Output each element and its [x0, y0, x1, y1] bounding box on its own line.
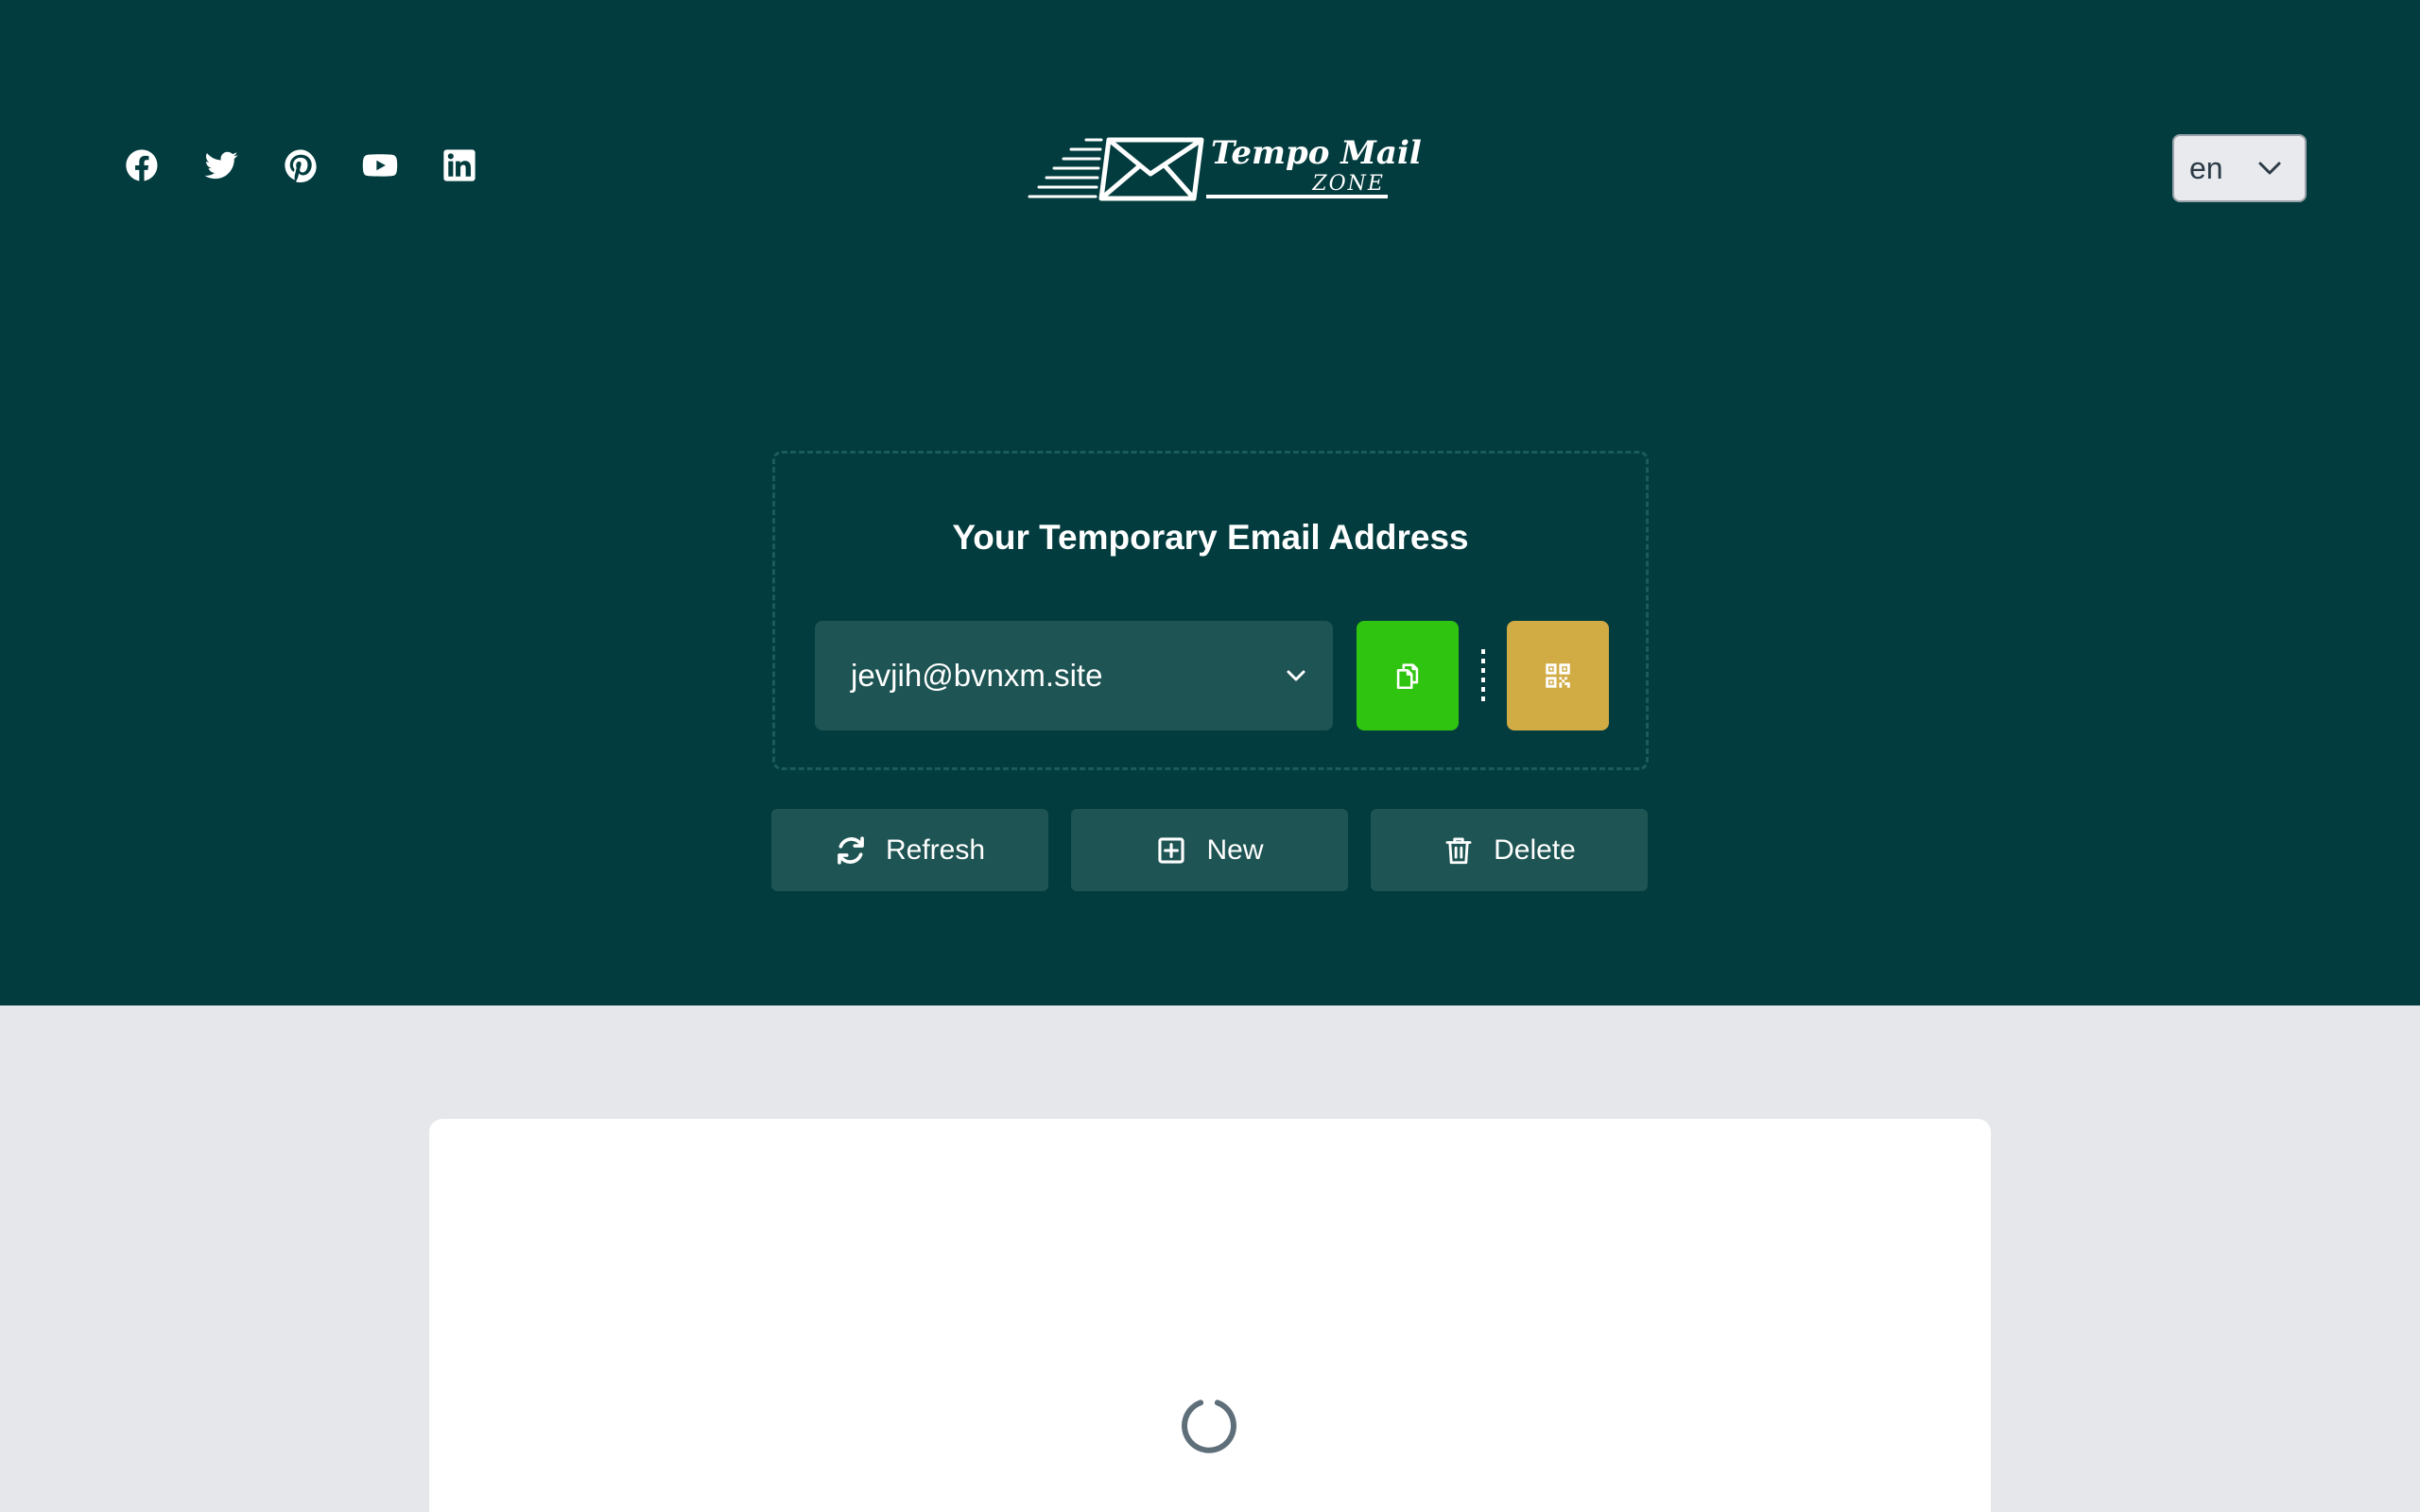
twitter-icon — [204, 151, 238, 180]
email-address-select[interactable]: jevjih@bvnxm.site — [815, 621, 1333, 730]
youtube-icon — [362, 154, 398, 177]
logo-underline — [1206, 195, 1388, 198]
youtube-link[interactable] — [361, 146, 399, 184]
logo-text: Tempo Mail ZONE — [1201, 130, 1422, 206]
new-email-button[interactable]: New — [1071, 809, 1348, 891]
language-select[interactable]: en — [2172, 134, 2307, 202]
hero-section: Tempo Mail ZONE en Your Temporary Email … — [0, 0, 2420, 1005]
refresh-icon — [838, 835, 864, 865]
facebook-icon — [126, 149, 158, 181]
new-label: New — [1206, 833, 1264, 866]
refresh-label: Refresh — [885, 833, 986, 866]
refresh-button[interactable]: Refresh — [771, 809, 1048, 891]
divider-dots — [1481, 649, 1485, 701]
copy-email-button[interactable] — [1357, 621, 1459, 730]
logo-title: Tempo Mail — [1211, 134, 1422, 172]
loading-spinner-icon — [1182, 1400, 1236, 1453]
chevron-down-icon — [1287, 670, 1305, 681]
chevron-down-icon — [2258, 162, 2281, 175]
email-address-value: jevjih@bvnxm.site — [851, 658, 1103, 693]
linkedin-icon — [443, 149, 475, 181]
pinterest-icon — [285, 149, 317, 183]
delete-button[interactable]: Delete — [1371, 809, 1648, 891]
email-heading: Your Temporary Email Address — [952, 518, 1469, 557]
pinterest-link[interactable] — [282, 146, 320, 184]
inbox-panel — [429, 1119, 1991, 1512]
social-links — [123, 142, 478, 189]
mailbox-actions: Refresh New Delete — [771, 809, 1648, 891]
facebook-link[interactable] — [123, 146, 161, 184]
language-value: en — [2189, 150, 2223, 185]
delete-label: Delete — [1494, 833, 1576, 866]
copy-icon — [1396, 663, 1419, 690]
email-address-card: Your Temporary Email Address jevjih@bvnx… — [772, 451, 1649, 770]
logo-subtitle: ZONE — [1312, 172, 1385, 196]
plus-square-icon — [1158, 836, 1185, 864]
qr-code-button[interactable] — [1507, 621, 1609, 730]
qr-code-icon — [1546, 663, 1570, 688]
twitter-link[interactable] — [202, 146, 240, 184]
trash-icon — [1445, 837, 1472, 864]
envelope-logo-icon — [1028, 137, 1204, 201]
site-logo[interactable]: Tempo Mail ZONE — [1026, 130, 1422, 206]
linkedin-link[interactable] — [441, 146, 478, 184]
